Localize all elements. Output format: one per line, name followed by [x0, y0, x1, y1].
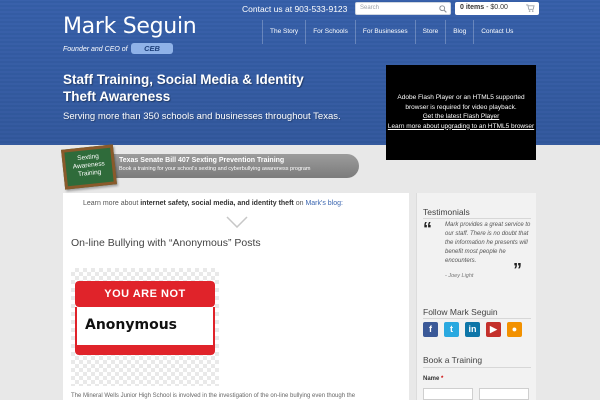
nav-blog[interactable]: Blog — [445, 20, 473, 44]
search-icon[interactable] — [439, 5, 447, 13]
hero-tagline: Serving more than 350 schools and busine… — [63, 111, 341, 122]
blog-intro-prefix: Learn more about — [83, 200, 139, 207]
book-training-heading: Book a Training — [423, 355, 483, 365]
logo-subtitle: Founder and CEO of — [63, 46, 128, 53]
name-tag-scrawl: Anonymous — [85, 317, 178, 333]
cart-summary[interactable]: 0 items - $0.00 — [455, 2, 539, 15]
nav-for-businesses[interactable]: For Businesses — [354, 20, 415, 44]
divider — [423, 318, 531, 319]
rss-icon[interactable]: ● — [507, 322, 522, 337]
sexting-awareness-badge[interactable]: Sexting Awareness Training — [61, 144, 117, 190]
nav-the-story[interactable]: The Story — [262, 20, 305, 44]
contact-phone: Contact us at 903-533-9123 — [242, 4, 348, 14]
name-label-text: Name — [423, 376, 440, 382]
page: Mark Seguin Founder and CEO of CEB Conta… — [0, 0, 600, 400]
chevron-down-icon — [226, 216, 248, 228]
html5-browser-link[interactable]: Learn more about upgrading to an HTML5 b… — [386, 122, 536, 132]
twitter-icon[interactable]: t — [444, 322, 459, 337]
search-placeholder: Search — [360, 5, 380, 11]
search-input[interactable]: Search — [355, 2, 451, 15]
name-tag-footer — [75, 347, 215, 355]
last-name-field[interactable] — [479, 388, 529, 400]
name-label: Name * — [423, 376, 443, 382]
first-name-field[interactable] — [423, 388, 473, 400]
nav-for-schools[interactable]: For Schools — [305, 20, 355, 44]
logo-name[interactable]: Mark Seguin — [63, 14, 197, 39]
hero-headline: Staff Training, Social Media & Identity … — [63, 72, 304, 104]
testimonial-author: - Joey Light — [445, 273, 474, 279]
youtube-icon[interactable]: ▶ — [486, 322, 501, 337]
post-title[interactable]: On-line Bullying with “Anonymous” Posts — [71, 237, 261, 249]
divider — [423, 367, 531, 368]
divider — [423, 218, 531, 219]
testimonials-heading: Testimonials — [423, 207, 470, 217]
follow-heading: Follow Mark Seguin — [423, 307, 498, 317]
sidebar: Testimonials “ Mark provides a great ser… — [416, 193, 536, 400]
linkedin-icon[interactable]: in — [465, 322, 480, 337]
name-tag-header: YOU ARE NOT — [75, 281, 215, 307]
close-quote-icon: ” — [513, 260, 522, 280]
blog-intro-on: on — [295, 200, 304, 207]
blog-intro-topics: internet safety, social media, and ident… — [140, 200, 294, 207]
nav-store[interactable]: Store — [414, 20, 446, 44]
post-excerpt: The Mineral Wells Junior High School is … — [71, 393, 356, 399]
video-player[interactable]: Adobe Flash Player or an HTML5 supported… — [386, 65, 536, 160]
facebook-icon[interactable]: f — [423, 322, 438, 337]
required-marker: * — [441, 376, 444, 382]
flash-message: Adobe Flash Player or an HTML5 supported… — [397, 94, 525, 111]
cart-total: $0.00 — [490, 4, 508, 11]
main-nav: The Story For Schools For Businesses Sto… — [262, 20, 520, 44]
cart-count: 0 items — [460, 4, 485, 11]
open-quote-icon: “ — [423, 219, 432, 239]
company-logo[interactable]: CEB — [131, 43, 173, 54]
blog-link[interactable]: Mark's blog: — [305, 200, 343, 207]
blog-intro: Learn more about internet safety, social… — [83, 200, 343, 207]
banner-title[interactable]: Texas Senate Bill 407 Sexting Prevention… — [119, 157, 284, 164]
cart-icon[interactable] — [526, 4, 535, 12]
banner-subtitle: Book a training for your school's sextin… — [119, 166, 311, 172]
flash-player-link[interactable]: Get the latest Flash Player — [386, 112, 536, 122]
nav-contact-us[interactable]: Contact Us — [473, 20, 520, 44]
main-content: Learn more about internet safety, social… — [63, 193, 409, 400]
